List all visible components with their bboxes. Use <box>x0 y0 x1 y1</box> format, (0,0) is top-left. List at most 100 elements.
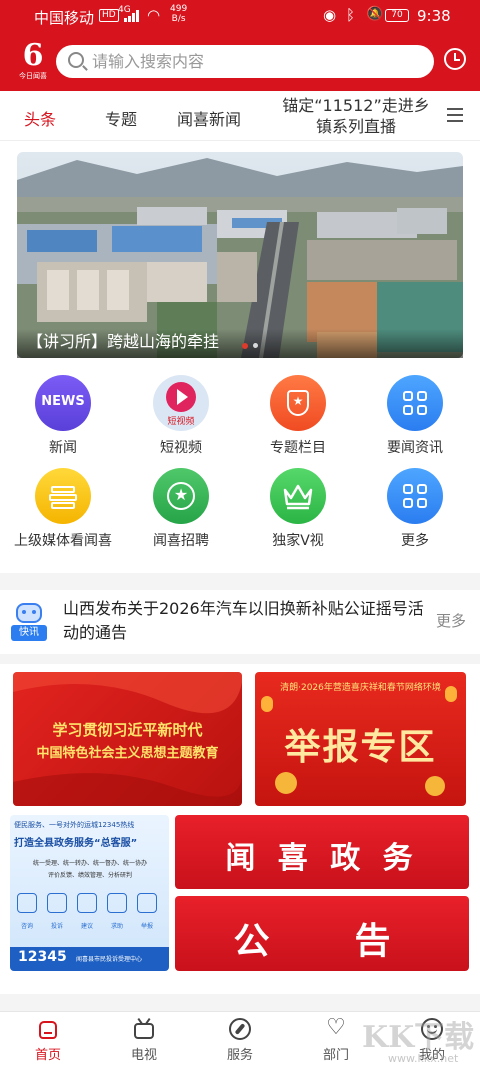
logo-text: 今日闻喜 <box>19 72 47 80</box>
lantern-icon <box>445 686 457 702</box>
nav-departments[interactable]: ♡ 部门 <box>306 1015 366 1063</box>
flash-news-text[interactable]: 山西发布关于2026年汽车以旧换新补贴公证摇号活动的通告 <box>63 597 428 645</box>
quick-link-more[interactable]: 更多 <box>360 468 470 551</box>
quick-link-news[interactable]: NEWS 新闻 <box>8 375 118 458</box>
quick-link-recruitment[interactable]: ★ 闻喜招聘 <box>126 468 236 551</box>
mute-bell-icon: 🔕 <box>366 6 384 22</box>
kk-watermark: KK下载 <box>362 1020 475 1055</box>
channel-tabs: 头条 专题 闻喜新闻 锚定“11512”走进乡镇系列直播 <box>0 91 480 141</box>
announcement-banner[interactable]: 公 告 <box>175 896 469 971</box>
nav-services-label: 服务 <box>226 1048 253 1063</box>
hotline-number: 12345 <box>18 949 67 965</box>
nav-home-label: 首页 <box>34 1048 61 1063</box>
network-speed: 499 B/s <box>170 4 187 24</box>
wifi-icon: ◠ <box>147 6 161 24</box>
banner-image[interactable] <box>17 152 463 358</box>
clock-time: 9:38 <box>417 7 451 25</box>
carousel-dot[interactable] <box>253 343 258 348</box>
quick-link-exclusive-video[interactable]: 独家V视 <box>243 468 353 551</box>
hotline-line4: 评价反馈、绩效管理、分析研判 <box>47 872 132 879</box>
coin-icon <box>275 772 297 794</box>
special-column-icon: ★ <box>270 375 326 431</box>
history-clock-icon[interactable] <box>444 48 466 70</box>
quick-link-label: 新闻 <box>49 440 77 456</box>
quick-link-label: 更多 <box>401 533 429 549</box>
hd-badge: HD <box>99 9 119 22</box>
quick-link-short-video[interactable]: 短视频 短视频 <box>126 375 236 458</box>
news-icon-text: NEWS <box>41 394 85 409</box>
nav-tv-label: 电视 <box>130 1048 157 1063</box>
suggestion-icon: 建议 <box>76 893 98 932</box>
app-header: 中国移动 HD 4G ◠ 499 B/s ◉ ᛒ 🔕 70 9:38 6 今日闻… <box>0 0 480 91</box>
eye-icon: ◉ <box>323 6 337 24</box>
quick-link-label: 要闻资讯 <box>387 440 443 456</box>
quick-link-key-news[interactable]: 要闻资讯 <box>360 375 470 458</box>
tab-live-series[interactable]: 锚定“11512”走进乡镇系列直播 <box>278 95 434 139</box>
report-zone-subtitle: 清朗·2026年营造喜庆祥和春节网络环境 <box>280 683 441 693</box>
consult-icon: 咨询 <box>16 893 38 932</box>
promo-section: 学习贯彻习近平新时代 中国特色社会主义思想主题教育 清朗·2026年营造喜庆祥和… <box>0 664 480 994</box>
complaint-icon: 投诉 <box>46 893 68 932</box>
app-logo[interactable]: 6 今日闻喜 <box>14 40 52 86</box>
menu-icon[interactable] <box>447 108 463 122</box>
hotline-line3: 统一受理、统一转办、统一督办、统一协办 <box>32 860 147 867</box>
hotline-line1: 便民服务、一号对外的运城12345热线 <box>14 821 135 829</box>
home-icon <box>36 1017 60 1041</box>
quick-link-label: 闻喜招聘 <box>153 533 209 549</box>
search-input[interactable] <box>92 45 422 78</box>
grid-apps-icon <box>387 468 443 524</box>
nav-services[interactable]: 服务 <box>210 1017 270 1063</box>
study-promo-line1: 学习贯彻习近平新时代 <box>52 721 203 739</box>
short-video-icon-text: 短视频 <box>167 417 195 427</box>
coin-icon <box>425 776 445 796</box>
star-badge-icon: ★ <box>153 468 209 524</box>
battery-icon: 70 <box>385 9 409 22</box>
study-promo-line2: 中国特色社会主义思想主题教育 <box>36 746 219 761</box>
main-content: 【讲习所】跨越山海的牵挂 NEWS 新闻 短视频 短视频 ★ 专题栏目 要闻资讯… <box>0 141 480 1011</box>
lantern-icon <box>261 696 273 712</box>
quick-link-label: 独家V视 <box>272 533 324 549</box>
speed-value: 499 <box>170 4 188 14</box>
tv-icon <box>132 1017 156 1041</box>
quick-link-media[interactable]: 上级媒体看闻喜 <box>8 468 118 551</box>
kuaixun-robot-icon: 快讯 <box>11 601 47 643</box>
logo-mark-icon: 6 <box>22 38 44 73</box>
hotline-org: 闻喜县市民投诉受理中心 <box>76 956 143 963</box>
feature-card: 【讲习所】跨越山海的牵挂 NEWS 新闻 短视频 短视频 ★ 专题栏目 要闻资讯… <box>0 141 480 573</box>
hotline-12345-banner[interactable]: 便民服务、一号对外的运城12345热线 打造全县政务服务“总客服” 统一受理、统… <box>10 815 169 971</box>
report-zone-title: 举报专区 <box>284 726 437 768</box>
carrier-label: 中国移动 <box>34 9 95 27</box>
status-bar: 中国移动 HD 4G ◠ 499 B/s ◉ ᛒ 🔕 70 9:38 <box>0 0 480 32</box>
crown-icon <box>270 468 326 524</box>
hotline-line2: 打造全县政务服务“总客服” <box>14 838 138 849</box>
grid-apps-icon <box>387 375 443 431</box>
report-zone-banner[interactable]: 清朗·2026年营造喜庆祥和春节网络环境 举报专区 <box>255 672 466 806</box>
quick-link-label: 上级媒体看闻喜 <box>14 533 112 549</box>
nav-tv[interactable]: 电视 <box>114 1017 174 1063</box>
tab-wenxi-news[interactable]: 闻喜新闻 <box>177 106 241 130</box>
bluetooth-icon: ᛒ <box>346 6 356 24</box>
kk-watermark-url: www.kkx.net <box>388 1052 459 1065</box>
tab-topics[interactable]: 专题 <box>105 106 137 130</box>
announcement-title: 公 告 <box>233 921 411 962</box>
tab-headlines[interactable]: 头条 <box>24 106 56 130</box>
search-icon <box>68 52 84 68</box>
short-video-icon: 短视频 <box>153 375 209 431</box>
flash-news-more-link[interactable]: 更多 <box>436 610 466 631</box>
signal-icon <box>124 10 142 22</box>
quick-link-label: 短视频 <box>160 440 202 456</box>
help-icon: 求助 <box>106 893 128 932</box>
heart-icon: ♡ <box>326 1015 346 1040</box>
gov-affairs-title: 闻 喜 政 务 <box>225 841 419 876</box>
nav-home[interactable]: 首页 <box>18 1017 78 1063</box>
flash-news-card: 快讯 山西发布关于2026年汽车以旧换新补贴公证摇号活动的通告 更多 <box>0 590 480 654</box>
compass-icon <box>228 1017 252 1041</box>
quick-link-special-column[interactable]: ★ 专题栏目 <box>243 375 353 458</box>
gov-affairs-banner[interactable]: 闻 喜 政 务 <box>175 815 469 889</box>
banner-caption[interactable]: 【讲习所】跨越山海的牵挂 <box>17 329 463 358</box>
nav-departments-label: 部门 <box>322 1048 349 1063</box>
study-promo-banner[interactable]: 学习贯彻习近平新时代 中国特色社会主义思想主题教育 <box>13 672 242 806</box>
report-icon: 举报 <box>136 893 158 932</box>
carousel-dot-active[interactable] <box>242 343 248 349</box>
search-bar[interactable] <box>56 45 434 78</box>
